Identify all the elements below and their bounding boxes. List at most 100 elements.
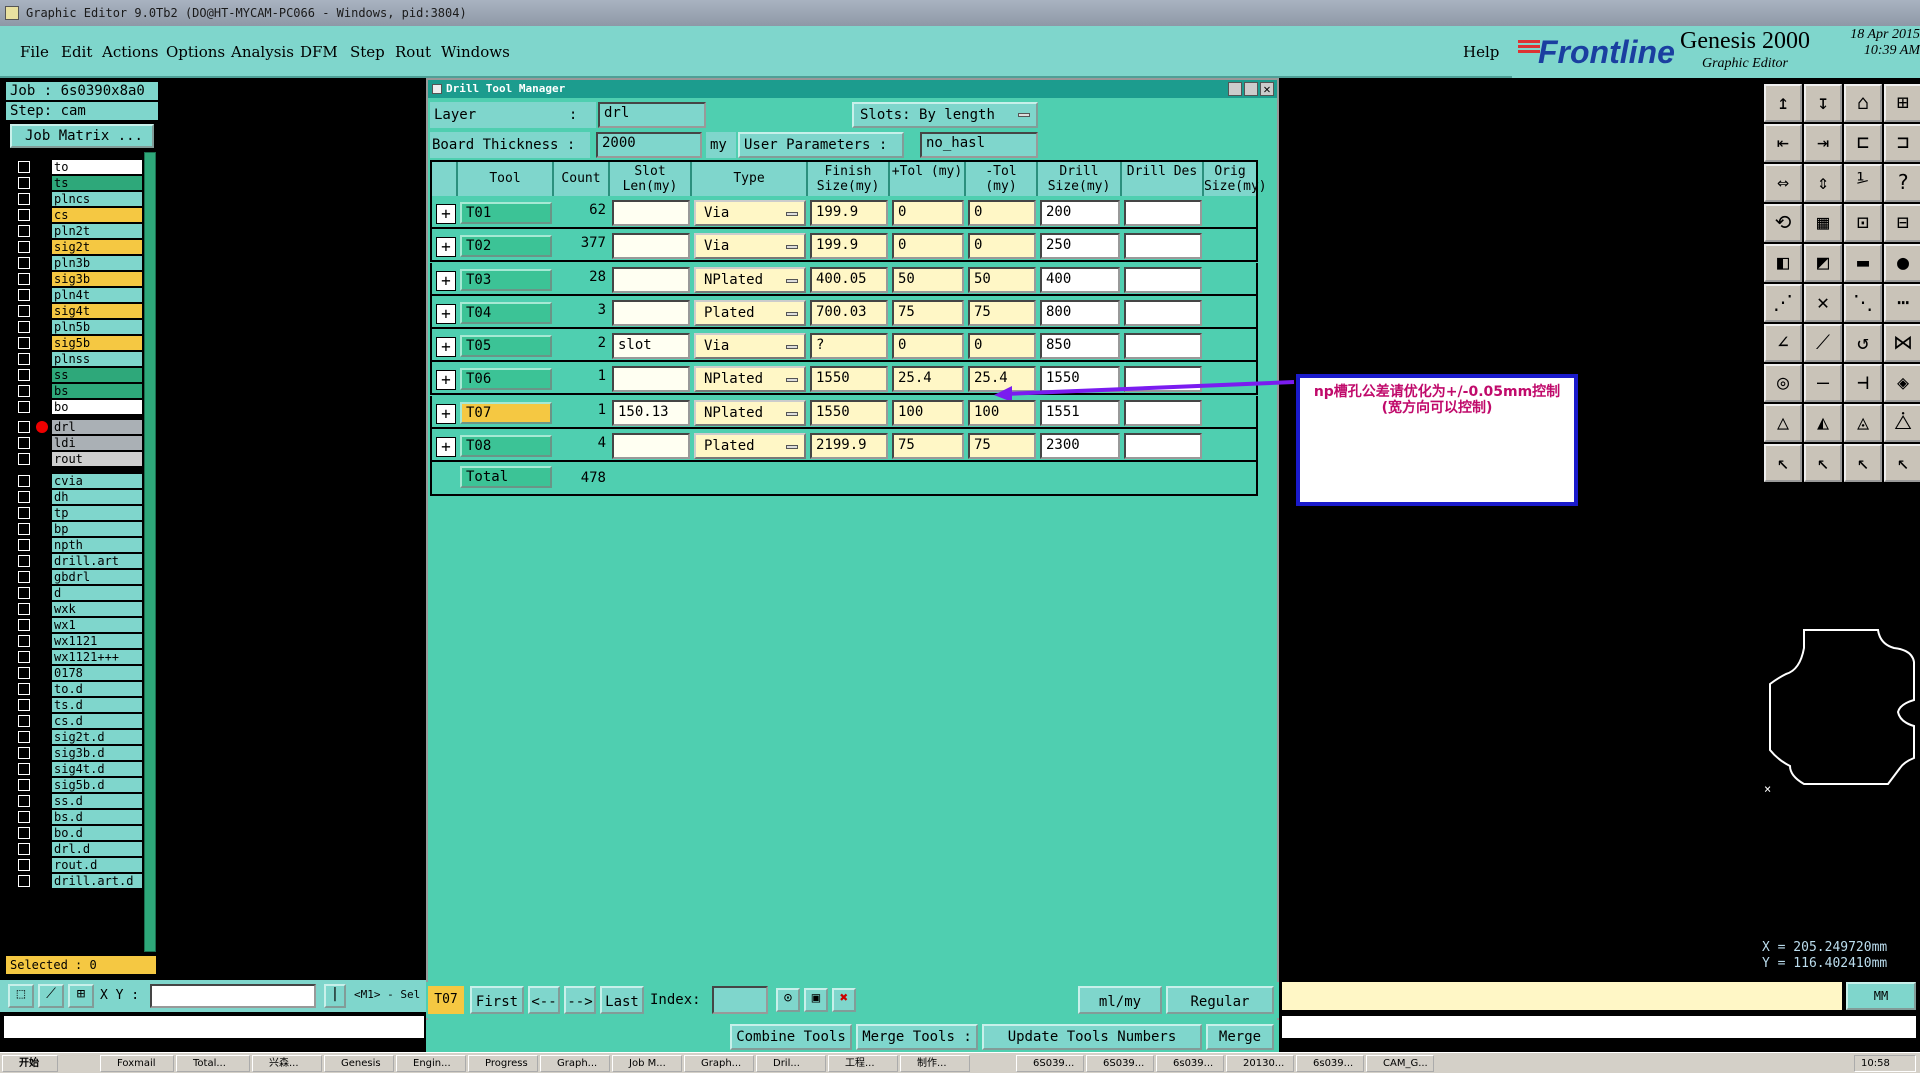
type-select[interactable]: NPlated	[694, 399, 806, 426]
taskbar-item[interactable]: Graph...	[540, 1055, 610, 1072]
drill-size-input[interactable]: 250	[1040, 233, 1120, 260]
layer-checkbox[interactable]	[18, 699, 30, 711]
palette-tool-icon[interactable]: ⟲	[1764, 204, 1802, 242]
update-tools-numbers-button[interactable]: Update Tools Numbers	[982, 1024, 1202, 1050]
layer-name[interactable]: rout.d	[52, 858, 142, 872]
cursor-icon[interactable]: |	[324, 984, 346, 1008]
drill-des-input[interactable]	[1124, 399, 1202, 426]
finish-size-input[interactable]: 1550	[810, 366, 888, 393]
tool-name[interactable]: T02	[460, 235, 552, 258]
save-icon[interactable]: ▣	[804, 988, 828, 1012]
layer-checkbox[interactable]	[18, 539, 30, 551]
menu-edit[interactable]: Edit	[61, 43, 92, 61]
layer-checkbox[interactable]	[18, 507, 30, 519]
taskbar-item[interactable]: Total...	[176, 1055, 250, 1072]
palette-tool-icon[interactable]: ⊞	[1884, 84, 1920, 122]
layer-checkbox[interactable]	[18, 241, 30, 253]
plus-tol-input[interactable]: 75	[892, 299, 964, 326]
layer-name[interactable]: ss.d	[52, 794, 142, 808]
plus-tol-input[interactable]: 25.4	[892, 366, 964, 393]
layer-name[interactable]: gbdrl	[52, 570, 142, 584]
layer-row-gbdrl[interactable]: gbdrl	[14, 570, 142, 584]
palette-tool-icon[interactable]: ?	[1884, 164, 1920, 202]
layer-row-ts[interactable]: ts	[14, 176, 142, 190]
taskbar-item[interactable]: Job M...	[612, 1055, 682, 1072]
palette-tool-icon[interactable]: ◬	[1844, 404, 1882, 442]
layer-row-sig3b[interactable]: sig3b	[14, 272, 142, 286]
layer-name[interactable]: to.d	[52, 682, 142, 696]
palette-tool-icon[interactable]: ⇔	[1764, 164, 1802, 202]
palette-tool-icon[interactable]: △	[1764, 404, 1802, 442]
drill-size-input[interactable]: 400	[1040, 266, 1120, 293]
palette-tool-icon[interactable]: ⊡	[1844, 204, 1882, 242]
measure-icon[interactable]: ⟋	[38, 984, 64, 1008]
minimize-icon[interactable]	[1228, 82, 1242, 96]
drill-size-input[interactable]: 2300	[1040, 432, 1120, 459]
taskbar-item[interactable]: 兴森...	[252, 1055, 322, 1072]
taskbar-item[interactable]: CAM_G...	[1366, 1055, 1434, 1072]
minus-tol-input[interactable]: 0	[968, 200, 1036, 226]
palette-tool-icon[interactable]: ↖	[1804, 444, 1842, 482]
layer-name[interactable]: sig2t.d	[52, 730, 142, 744]
layer-checkbox[interactable]	[18, 843, 30, 855]
layer-name[interactable]: wx1	[52, 618, 142, 632]
type-select[interactable]: NPlated	[694, 266, 806, 293]
palette-tool-icon[interactable]: ⋯	[1884, 284, 1920, 322]
type-select[interactable]: Plated	[694, 432, 806, 459]
layer-row-dh[interactable]: dh	[14, 490, 142, 504]
palette-tool-icon[interactable]: ⇤	[1764, 124, 1802, 162]
layer-checkbox[interactable]	[18, 491, 30, 503]
units-mm-button[interactable]: MM	[1846, 982, 1916, 1010]
palette-tool-icon[interactable]: ▦	[1804, 204, 1842, 242]
finish-size-input[interactable]: 700.03	[810, 299, 888, 326]
layer-checkbox[interactable]	[18, 193, 30, 205]
layer-name[interactable]: 0178	[52, 666, 142, 680]
layer-name[interactable]: cs	[52, 208, 142, 222]
tool-name[interactable]: T08	[460, 434, 552, 457]
layer-name[interactable]: ss	[52, 368, 142, 382]
layer-row-bo-d[interactable]: bo.d	[14, 826, 142, 840]
layer-row-npth[interactable]: npth	[14, 538, 142, 552]
layer-checkbox[interactable]	[18, 305, 30, 317]
layer-name[interactable]: sig5b.d	[52, 778, 142, 792]
layer-name[interactable]: pln3b	[52, 256, 142, 270]
layer-list-scrollbar[interactable]	[144, 152, 156, 952]
expand-icon[interactable]: +	[436, 370, 456, 391]
layer-name[interactable]: ts	[52, 176, 142, 190]
drill-des-input[interactable]	[1124, 200, 1202, 226]
layer-row-sig5b-d[interactable]: sig5b.d	[14, 778, 142, 792]
layer-row-sig2t-d[interactable]: sig2t.d	[14, 730, 142, 744]
palette-tool-icon[interactable]: ◎	[1764, 364, 1802, 402]
layer-row-bs-d[interactable]: bs.d	[14, 810, 142, 824]
layer-row-ss[interactable]: ss	[14, 368, 142, 382]
layer-row-d[interactable]: d	[14, 586, 142, 600]
layer-name[interactable]: sig5b	[52, 336, 142, 350]
layer-row-sig3b-d[interactable]: sig3b.d	[14, 746, 142, 760]
palette-tool-icon[interactable]: ∠	[1764, 324, 1802, 362]
layer-checkbox[interactable]	[18, 321, 30, 333]
layer-row-rout-d[interactable]: rout.d	[14, 858, 142, 872]
mode-selector[interactable]: Regular	[1166, 986, 1274, 1014]
minus-tol-input[interactable]: 0	[968, 233, 1036, 260]
command-line[interactable]	[1282, 982, 1842, 1010]
layer-name[interactable]: d	[52, 586, 142, 600]
layer-row-drill-art-d[interactable]: drill.art.d	[14, 874, 142, 888]
layer-row-ldi[interactable]: ldi	[14, 436, 142, 450]
slot-len-input[interactable]: slot	[612, 333, 690, 359]
layer-checkbox[interactable]	[18, 715, 30, 727]
layer-checkbox[interactable]	[18, 177, 30, 189]
drill-des-input[interactable]	[1124, 233, 1202, 260]
finish-size-input[interactable]: ?	[810, 333, 888, 359]
layer-name[interactable]: npth	[52, 538, 142, 552]
last-button[interactable]: Last	[600, 986, 644, 1014]
menu-dfm[interactable]: DFM	[300, 43, 338, 61]
index-input[interactable]	[712, 986, 768, 1014]
layer-name[interactable]: tp	[52, 506, 142, 520]
layer-checkbox[interactable]	[18, 875, 30, 887]
taskbar-item[interactable]: Foxmail	[100, 1055, 174, 1072]
layer-row-plnss[interactable]: plnss	[14, 352, 142, 366]
tool-name[interactable]: T05	[460, 335, 552, 357]
xy-input[interactable]	[150, 984, 316, 1008]
layer-name[interactable]: cvia	[52, 474, 142, 488]
minus-tol-input[interactable]: 100	[968, 399, 1036, 426]
